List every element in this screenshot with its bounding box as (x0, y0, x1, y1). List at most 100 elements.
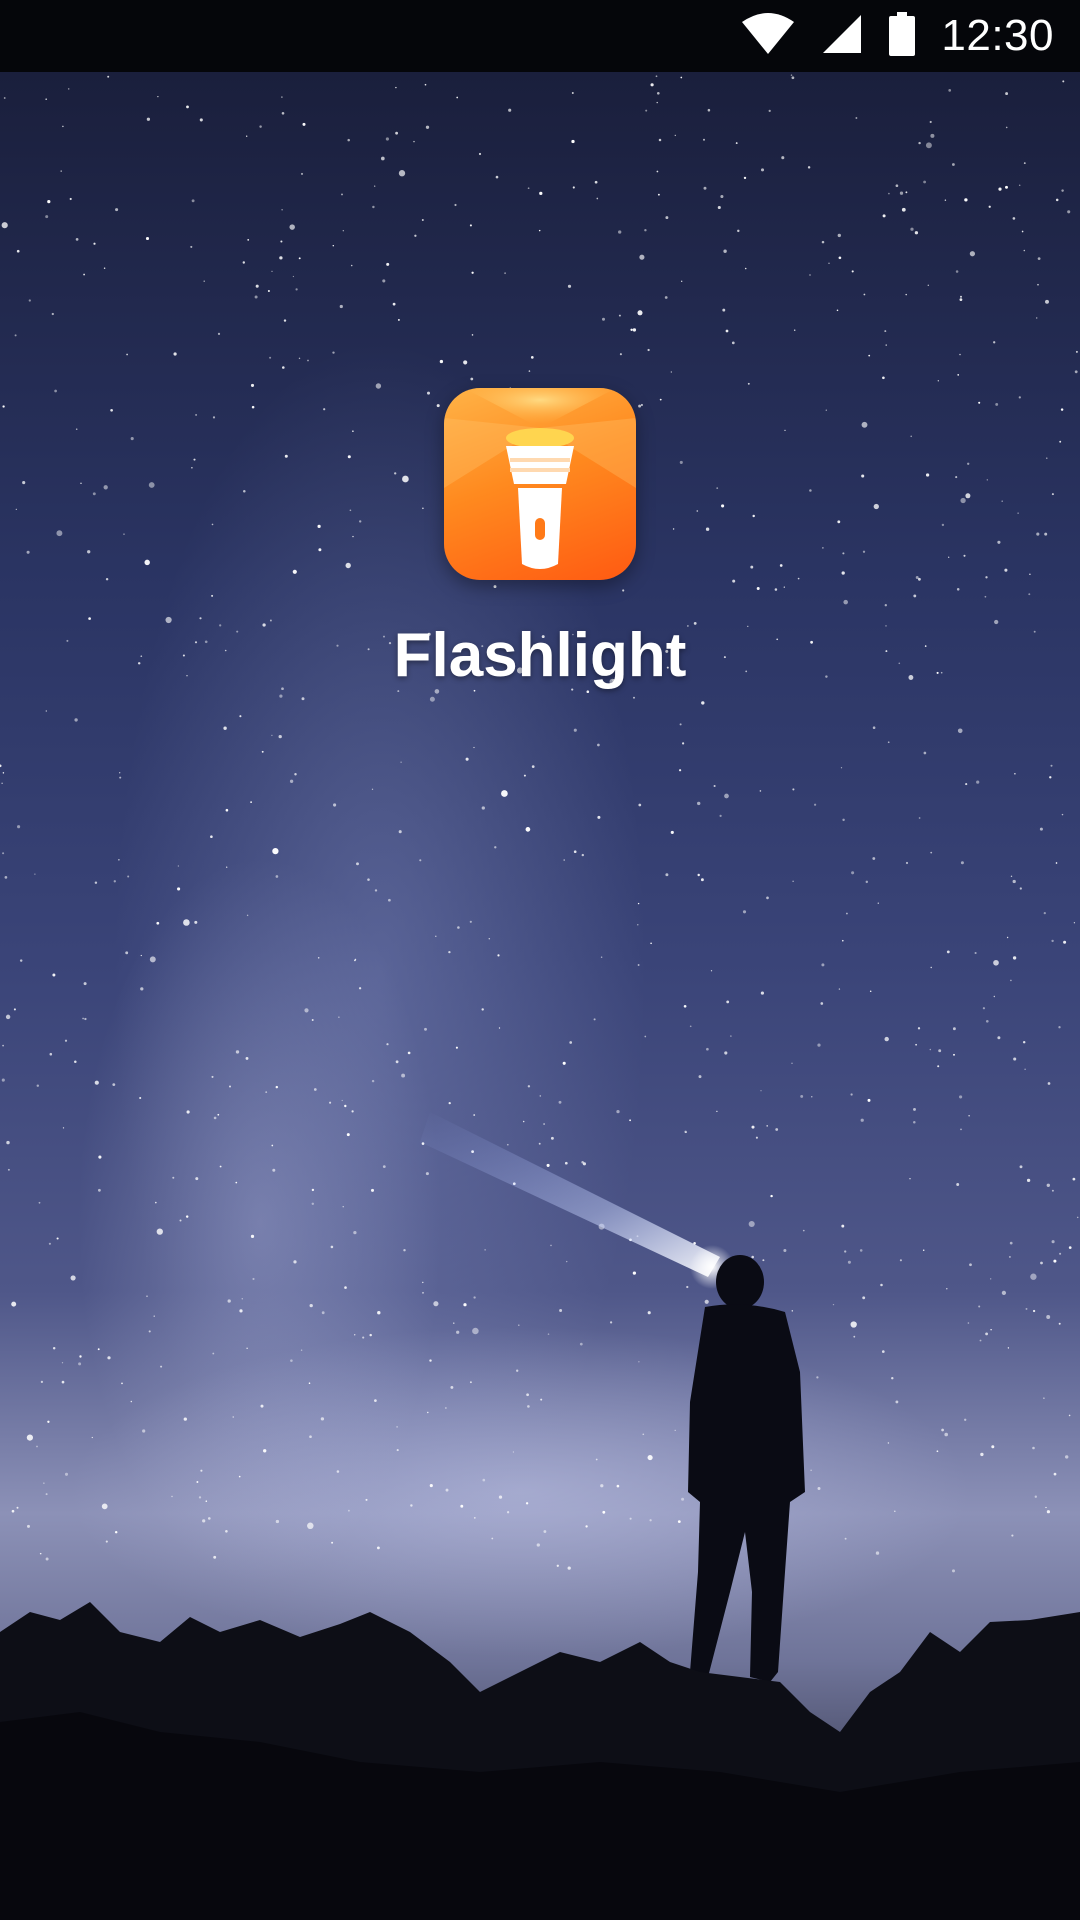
star (894, 1510, 896, 1513)
star (311, 1202, 315, 1206)
star (433, 1301, 439, 1307)
star (101, 1503, 108, 1510)
status-clock: 12:30 (941, 11, 1054, 60)
star (265, 1091, 268, 1093)
star (62, 1127, 65, 1129)
star (809, 274, 811, 276)
star (374, 889, 378, 892)
star (821, 240, 825, 244)
star (956, 1183, 960, 1186)
star (339, 304, 343, 309)
star (656, 101, 658, 104)
star (716, 1110, 718, 1113)
star (993, 959, 999, 966)
star (1, 222, 8, 229)
star (350, 264, 353, 267)
star (838, 988, 841, 990)
star (944, 1432, 949, 1437)
star (331, 1541, 334, 1544)
star (69, 197, 72, 201)
star (658, 138, 662, 142)
star (374, 185, 376, 187)
star (1030, 1273, 1037, 1280)
star (838, 256, 842, 260)
star (247, 239, 250, 241)
star (336, 1470, 340, 1473)
star (600, 956, 603, 958)
star (784, 429, 786, 432)
star (556, 1564, 559, 1567)
star (618, 230, 622, 234)
star (301, 697, 305, 701)
star (955, 476, 958, 479)
star (144, 559, 150, 566)
flashlight-app-icon[interactable] (444, 388, 636, 580)
star (837, 520, 841, 524)
star (238, 1475, 241, 1478)
cellular-signal-icon (821, 13, 863, 60)
star (664, 296, 668, 299)
star (105, 1540, 108, 1543)
star (19, 959, 23, 962)
star (352, 430, 354, 432)
star (284, 454, 288, 458)
star (351, 1110, 354, 1113)
star (877, 902, 879, 904)
star (899, 191, 904, 195)
star (569, 1041, 573, 1044)
star (802, 1229, 805, 1232)
star (567, 1566, 571, 1570)
star (263, 1449, 267, 1453)
star (1013, 1057, 1017, 1061)
star (112, 1083, 116, 1086)
star (518, 1324, 520, 1326)
star (720, 194, 724, 199)
star (875, 1551, 880, 1555)
star (439, 359, 444, 364)
star (56, 530, 63, 537)
star (637, 310, 643, 316)
star (205, 1500, 208, 1502)
star (1023, 249, 1026, 252)
star (207, 1517, 211, 1520)
star (1, 1078, 5, 1082)
star (873, 503, 879, 510)
star (1059, 440, 1062, 443)
star (495, 175, 499, 179)
star (955, 270, 959, 273)
star (1001, 500, 1003, 502)
star (469, 224, 472, 227)
star (969, 1263, 972, 1267)
star (637, 964, 640, 966)
star (223, 726, 227, 730)
star (235, 1181, 238, 1184)
star (957, 374, 960, 376)
star (540, 1398, 543, 1401)
star (820, 1002, 824, 1005)
star (672, 528, 675, 530)
star (278, 734, 282, 739)
star (717, 205, 721, 210)
star (424, 83, 427, 86)
star (985, 1019, 989, 1023)
star (1001, 1290, 1007, 1296)
star (481, 806, 485, 810)
star (45, 1557, 49, 1561)
star (225, 1530, 228, 1533)
star (1061, 813, 1064, 816)
star (681, 1497, 685, 1501)
star (640, 403, 643, 407)
star (742, 910, 747, 914)
star (737, 229, 740, 233)
star (681, 280, 683, 282)
star (329, 1101, 332, 1104)
star (988, 205, 991, 208)
star (232, 1416, 234, 1418)
star (990, 1328, 992, 1331)
star (94, 1080, 99, 1085)
star (146, 1295, 148, 1298)
star (923, 180, 926, 184)
star (1076, 1216, 1079, 1219)
star (307, 1522, 314, 1530)
star (80, 482, 82, 484)
